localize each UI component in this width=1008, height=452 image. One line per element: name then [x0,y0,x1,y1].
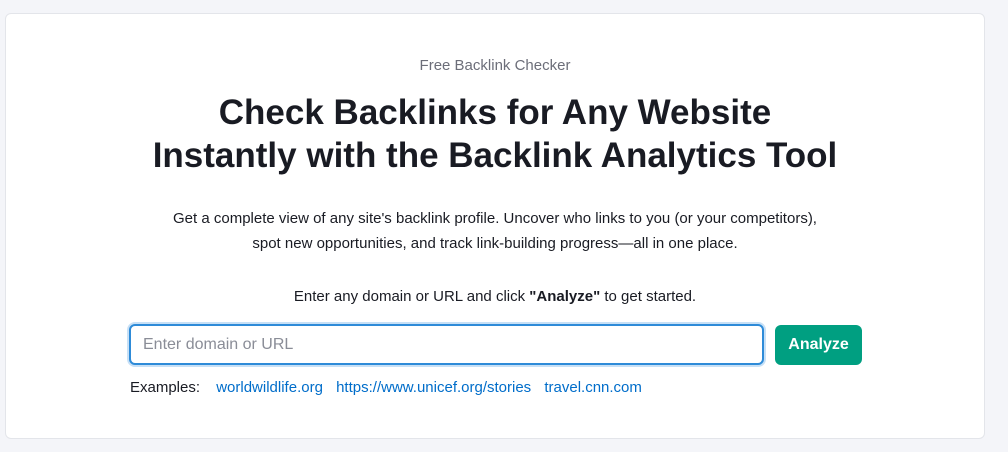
description-line-2: spot new opportunities, and track link-b… [252,235,738,252]
description-line-1: Get a complete view of any site's backli… [173,210,817,227]
eyebrow-label: Free Backlink Checker [419,57,571,74]
instruction-suffix: to get started. [600,288,697,305]
page-title-line-1: Check Backlinks for Any Website [218,93,772,132]
example-link-unicef[interactable]: https://www.unicef.org/stories [336,379,531,396]
domain-search-input[interactable] [129,324,764,365]
description: Get a complete view of any site's backli… [6,206,984,256]
backlink-checker-card: Free Backlink Checker Check Backlinks fo… [5,13,985,439]
instruction-prefix: Enter any domain or URL and click [293,288,530,305]
example-link-cnn-travel[interactable]: travel.cnn.com [544,379,642,396]
instruction-action: "Analyze" [529,288,601,305]
example-link-worldwildlife[interactable]: worldwildlife.org [216,379,323,396]
examples-row: Examples: worldwildlife.org https://www.… [130,379,651,396]
examples-label: Examples: [130,379,201,396]
instruction-text: Enter any domain or URL and click "Analy… [6,288,984,305]
analyze-button[interactable]: Analyze [775,325,862,365]
page-title: Check Backlinks for Any Website Instantl… [6,91,984,177]
page-title-line-2: Instantly with the Backlink Analytics To… [152,136,838,175]
